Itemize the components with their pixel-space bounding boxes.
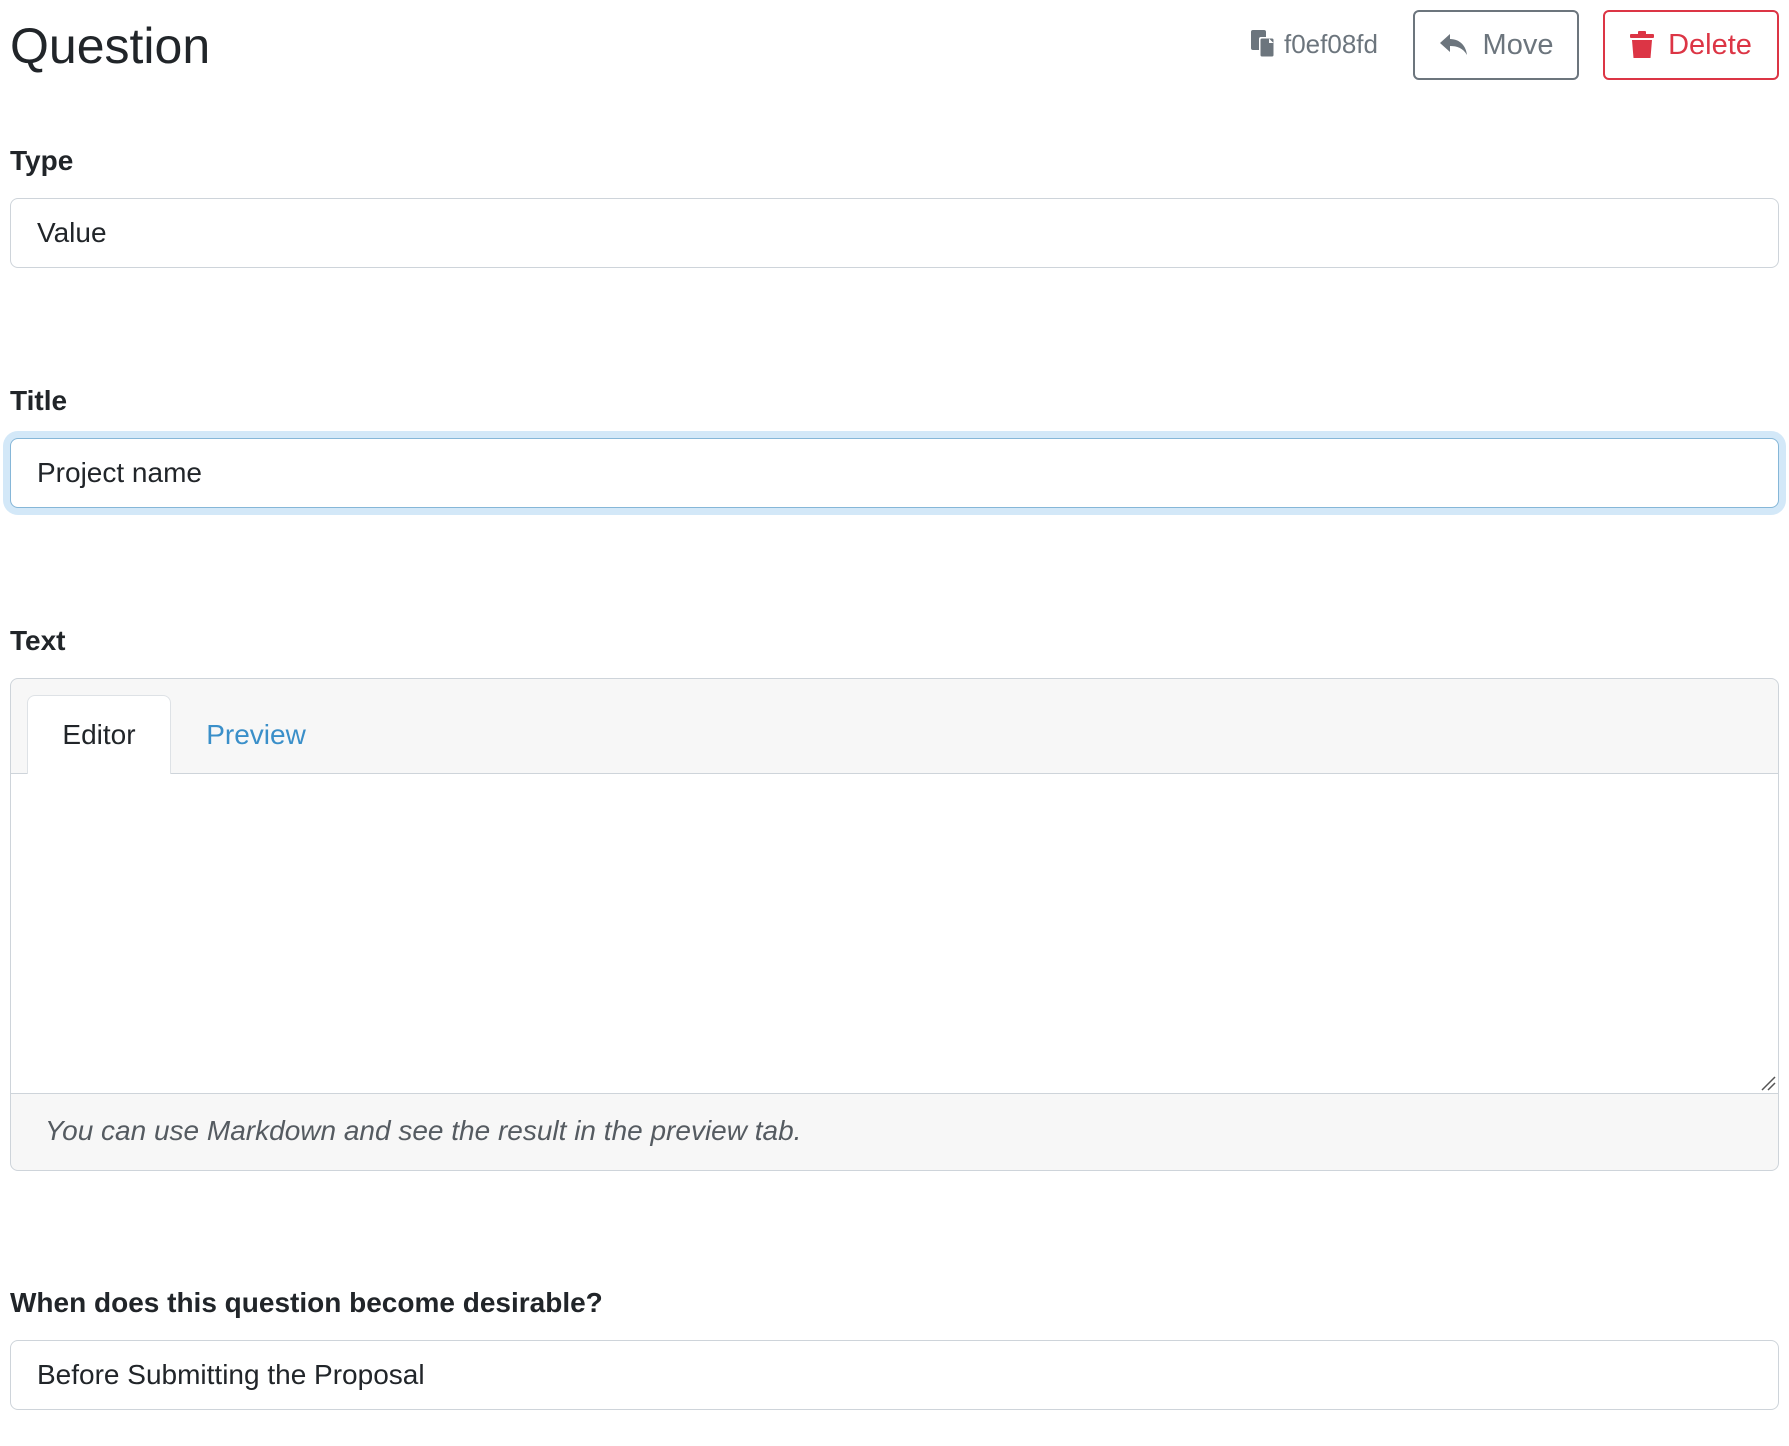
delete-label: Delete [1668, 28, 1752, 61]
move-label: Move [1482, 28, 1554, 61]
text-label: Text [10, 625, 66, 656]
page-header: Question f0ef08fd Move Delete [10, 10, 1779, 80]
title-input[interactable]: Project name [10, 438, 1779, 508]
trash-icon [1630, 31, 1655, 59]
tab-editor[interactable]: Editor [27, 695, 171, 775]
title-value: Project name [37, 457, 202, 488]
markdown-editor: Editor Preview You can use Markdown and … [10, 678, 1779, 1171]
type-select[interactable]: Value [10, 198, 1779, 268]
markdown-help-text: You can use Markdown and see the result … [45, 1115, 802, 1146]
type-value: Value [37, 217, 107, 248]
reply-arrow-icon [1439, 32, 1469, 58]
tab-preview[interactable]: Preview [181, 695, 331, 775]
move-button[interactable]: Move [1413, 10, 1579, 80]
delete-button[interactable]: Delete [1603, 10, 1779, 80]
copy-icon [1250, 29, 1276, 59]
type-label: Type [10, 145, 74, 176]
desirable-value: Before Submitting the Proposal [37, 1359, 425, 1390]
desirable-label: When does this question become desirable… [10, 1287, 603, 1318]
desirable-select[interactable]: Before Submitting the Proposal [10, 1340, 1779, 1410]
text-textarea[interactable] [11, 774, 1778, 1094]
editor-tabs: Editor Preview [11, 679, 1778, 775]
page-title: Question [10, 18, 211, 74]
resize-handle-icon[interactable] [1760, 1075, 1776, 1091]
uuid-copy[interactable]: f0ef08fd [1250, 28, 1378, 60]
uuid-text: f0ef08fd [1284, 28, 1378, 59]
title-label: Title [10, 385, 68, 416]
